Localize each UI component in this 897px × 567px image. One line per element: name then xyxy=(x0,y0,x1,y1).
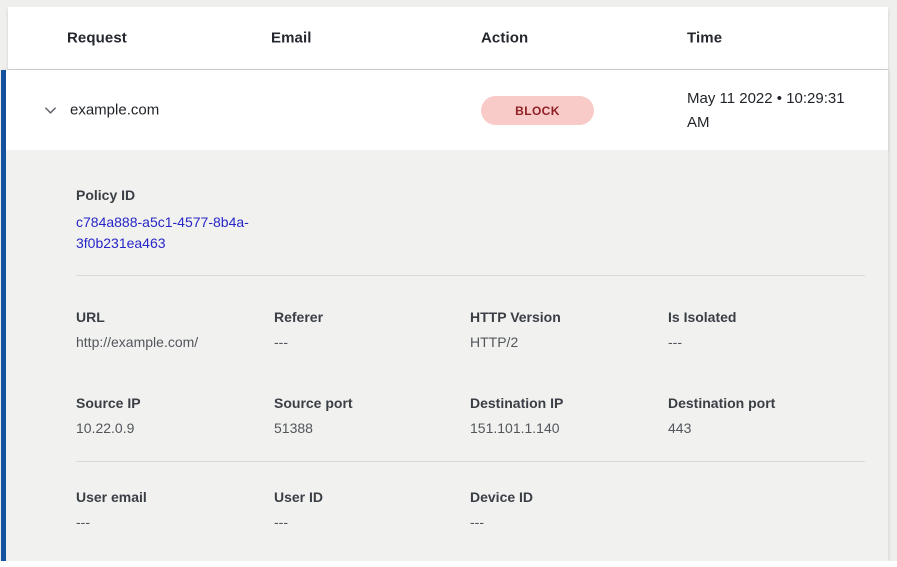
section-divider xyxy=(76,461,865,462)
field-label: URL xyxy=(76,309,274,325)
policy-id-label: Policy ID xyxy=(76,150,888,203)
field-label: Is Isolated xyxy=(668,309,888,325)
field-value: --- xyxy=(470,514,668,530)
policy-id-link[interactable]: c784a888-a5c1-4577-8b4a-3f0b231ea463 xyxy=(76,212,274,254)
field-label: Destination IP xyxy=(470,395,668,411)
table-header: Request Email Action Time xyxy=(8,7,888,69)
field-label: Source port xyxy=(274,395,470,411)
column-header-request: Request xyxy=(67,30,127,47)
field-value: 51388 xyxy=(274,420,470,436)
table-row[interactable]: example.com BLOCK May 11 2022 • 10:29:31… xyxy=(6,70,888,150)
detail-field: Destination port 443 xyxy=(668,395,888,436)
section-divider xyxy=(76,275,865,276)
field-label: Destination port xyxy=(668,395,888,411)
field-label: Source IP xyxy=(76,395,274,411)
detail-field: Source port 51388 xyxy=(274,395,470,436)
detail-field: Device ID --- xyxy=(470,489,668,530)
field-label: Referer xyxy=(274,309,470,325)
detail-field: Source IP 10.22.0.9 xyxy=(76,395,274,436)
field-value: --- xyxy=(76,514,274,530)
field-value: --- xyxy=(274,514,470,530)
field-label: HTTP Version xyxy=(470,309,668,325)
field-value: 151.101.1.140 xyxy=(470,420,668,436)
row-details-panel: Policy ID c784a888-a5c1-4577-8b4a-3f0b23… xyxy=(6,150,888,530)
field-value: 443 xyxy=(668,420,888,436)
field-value: --- xyxy=(274,334,470,350)
detail-field: Is Isolated --- xyxy=(668,309,888,350)
field-value: http://example.com/ xyxy=(76,334,274,350)
chevron-down-icon[interactable] xyxy=(42,102,59,119)
detail-field xyxy=(668,489,888,530)
detail-field: User email --- xyxy=(76,489,274,530)
column-header-email: Email xyxy=(271,30,312,47)
row-timestamp: May 11 2022 • 10:29:31 AM xyxy=(687,87,869,135)
field-value: 10.22.0.9 xyxy=(76,420,274,436)
next-row-edge xyxy=(0,561,897,567)
column-header-time: Time xyxy=(687,30,722,47)
detail-row-user: User email --- User ID --- Device ID --- xyxy=(76,489,888,530)
detail-row-network: Source IP 10.22.0.9 Source port 51388 De… xyxy=(76,395,888,436)
column-header-action: Action xyxy=(481,30,528,47)
field-label: Device ID xyxy=(470,489,668,505)
expanded-log-row: example.com BLOCK May 11 2022 • 10:29:31… xyxy=(1,70,888,561)
action-status-badge: BLOCK xyxy=(481,96,594,125)
field-value: --- xyxy=(668,334,888,350)
field-label: User email xyxy=(76,489,274,505)
detail-field: User ID --- xyxy=(274,489,470,530)
detail-field: Referer --- xyxy=(274,309,470,350)
detail-field: Destination IP 151.101.1.140 xyxy=(470,395,668,436)
activity-log-page: Request Email Action Time example.com BL… xyxy=(0,0,897,567)
field-value: HTTP/2 xyxy=(470,334,668,350)
detail-row-http: URL http://example.com/ Referer --- HTTP… xyxy=(76,309,888,350)
detail-field: URL http://example.com/ xyxy=(76,309,274,350)
request-domain: example.com xyxy=(70,102,159,119)
detail-field: HTTP Version HTTP/2 xyxy=(470,309,668,350)
field-label: User ID xyxy=(274,489,470,505)
